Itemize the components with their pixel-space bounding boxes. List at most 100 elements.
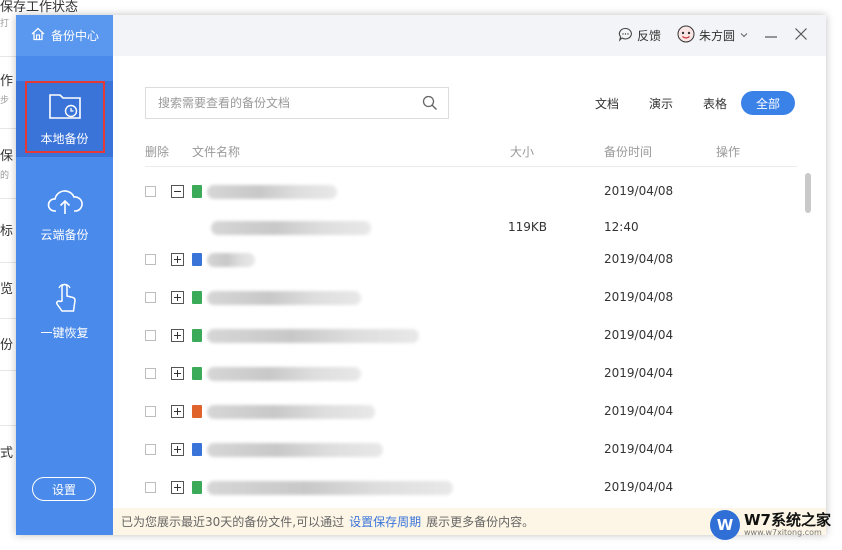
table-row[interactable]: 2019/04/04 <box>145 355 797 393</box>
divider <box>0 198 16 199</box>
bg-text: 步 <box>0 96 10 106</box>
column-header-size: 大小 <box>510 145 535 159</box>
row-checkbox[interactable] <box>145 254 156 265</box>
chat-bubble-icon <box>618 27 633 45</box>
search-box <box>145 87 449 119</box>
expand-toggle[interactable] <box>171 405 184 418</box>
sidebar: 备份中心 本地备份 云端备份 一键恢复 设置 <box>16 15 113 535</box>
expand-toggle[interactable] <box>171 329 184 342</box>
minimize-icon <box>764 27 778 44</box>
sidebar-title: 备份中心 <box>51 29 100 43</box>
bg-text: 保存工作状态 <box>0 0 79 15</box>
redacted-filename <box>207 481 453 495</box>
table-row[interactable]: 2019/04/08 <box>145 173 797 211</box>
redacted-filename <box>207 443 383 457</box>
set-retention-link[interactable]: 设置保存周期 <box>349 513 421 530</box>
bg-text: 保 <box>0 149 14 164</box>
spreadsheet-file-icon <box>192 367 202 380</box>
scrollbar-thumb[interactable] <box>805 173 811 213</box>
settings-button[interactable]: 设置 <box>32 477 96 501</box>
sidebar-header: 备份中心 <box>16 15 113 56</box>
redacted-filename <box>207 185 337 199</box>
bg-text: 式 <box>0 446 14 461</box>
collapse-toggle[interactable] <box>171 185 184 198</box>
sidebar-item-local-backup[interactable]: 本地备份 <box>16 81 113 157</box>
bg-text: 打 <box>0 19 10 29</box>
user-name: 朱方圆 <box>699 29 736 43</box>
row-checkbox[interactable] <box>145 482 156 493</box>
row-checkbox[interactable] <box>145 330 156 341</box>
sidebar-item-one-click-restore[interactable]: 一键恢复 <box>16 273 113 349</box>
table-row[interactable]: 2019/04/08 <box>145 279 797 317</box>
backup-date: 2019/04/04 <box>604 404 674 418</box>
row-checkbox[interactable] <box>145 444 156 455</box>
filter-docs[interactable]: 文档 <box>592 91 622 115</box>
filter-all[interactable]: 全部 <box>741 91 795 115</box>
footer-text: 展示更多备份内容。 <box>426 515 535 529</box>
expand-toggle[interactable] <box>171 443 184 456</box>
file-size: 119KB <box>508 220 548 234</box>
divider <box>0 318 16 319</box>
column-header-name: 文件名称 <box>192 145 241 159</box>
table-row[interactable]: 2019/04/04 <box>145 469 797 507</box>
redacted-filename <box>207 329 419 343</box>
search-icon[interactable] <box>422 95 438 114</box>
backup-date: 2019/04/04 <box>604 442 674 456</box>
folder-clock-icon <box>48 91 82 124</box>
minimize-button[interactable] <box>764 15 778 56</box>
bg-text: 份 <box>0 338 14 353</box>
backup-date: 2019/04/04 <box>604 328 674 342</box>
backup-time: 12:40 <box>604 220 639 234</box>
row-checkbox[interactable] <box>145 186 156 197</box>
sidebar-item-cloud-backup[interactable]: 云端备份 <box>16 177 113 253</box>
title-bar: 反馈 朱方圆 <box>113 15 826 56</box>
bg-text: 作 <box>0 74 14 89</box>
divider <box>0 370 16 371</box>
backup-center-dialog: 备份中心 本地备份 云端备份 一键恢复 设置 反馈 朱方圆 搜索需要查看的备份文… <box>16 15 826 535</box>
redacted-filename <box>211 221 371 235</box>
close-button[interactable] <box>794 15 808 56</box>
user-menu[interactable]: 朱方圆 <box>677 15 749 56</box>
backup-date: 2019/04/08 <box>604 184 674 198</box>
table-row[interactable]: 2019/04/08 <box>145 241 797 279</box>
watermark-name: W7系统之家 <box>744 511 831 529</box>
background-app: 保存工作状态 打 作 步 保 的 标 览 份 式 <box>0 0 78 550</box>
divider <box>0 425 16 426</box>
table-row[interactable]: 2019/04/04 <box>145 431 797 469</box>
backup-date: 2019/04/04 <box>604 366 674 380</box>
presentation-file-icon <box>192 405 202 418</box>
nav-label: 云端备份 <box>40 228 89 242</box>
expand-toggle[interactable] <box>171 481 184 494</box>
bg-text: 的 <box>0 171 10 181</box>
backup-date: 2019/04/04 <box>604 480 674 494</box>
header-divider <box>145 166 797 167</box>
watermark-logo: W <box>710 510 740 540</box>
expand-toggle[interactable] <box>171 367 184 380</box>
table-row[interactable]: 2019/04/04 <box>145 393 797 431</box>
nav-label: 一键恢复 <box>40 326 89 340</box>
filter-spreadsheets[interactable]: 表格 <box>700 91 730 115</box>
row-checkbox[interactable] <box>145 406 156 417</box>
bg-text: 标 <box>0 224 14 239</box>
row-checkbox[interactable] <box>145 292 156 303</box>
redacted-filename <box>207 405 375 419</box>
search-input[interactable] <box>158 96 418 110</box>
document-file-icon <box>192 253 202 266</box>
expand-toggle[interactable] <box>171 291 184 304</box>
hand-tap-icon <box>50 281 80 318</box>
column-header-time: 备份时间 <box>604 145 653 159</box>
spreadsheet-file-icon <box>192 291 202 304</box>
row-checkbox[interactable] <box>145 368 156 379</box>
expand-toggle[interactable] <box>171 253 184 266</box>
spreadsheet-file-icon <box>192 481 202 494</box>
divider <box>0 128 16 129</box>
column-header-action: 操作 <box>716 145 741 159</box>
footer-text: 已为您展示最近30天的备份文件,可以通过 <box>121 515 345 529</box>
table-row[interactable]: 2019/04/04 <box>145 317 797 355</box>
watermark: W W7系统之家 www.w7xitong.com <box>710 510 831 540</box>
feedback-button[interactable]: 反馈 <box>618 15 661 56</box>
backup-date: 2019/04/08 <box>604 252 674 266</box>
filter-presentations[interactable]: 演示 <box>646 91 676 115</box>
redacted-filename <box>207 291 361 305</box>
watermark-text-block: W7系统之家 www.w7xitong.com <box>744 511 831 538</box>
